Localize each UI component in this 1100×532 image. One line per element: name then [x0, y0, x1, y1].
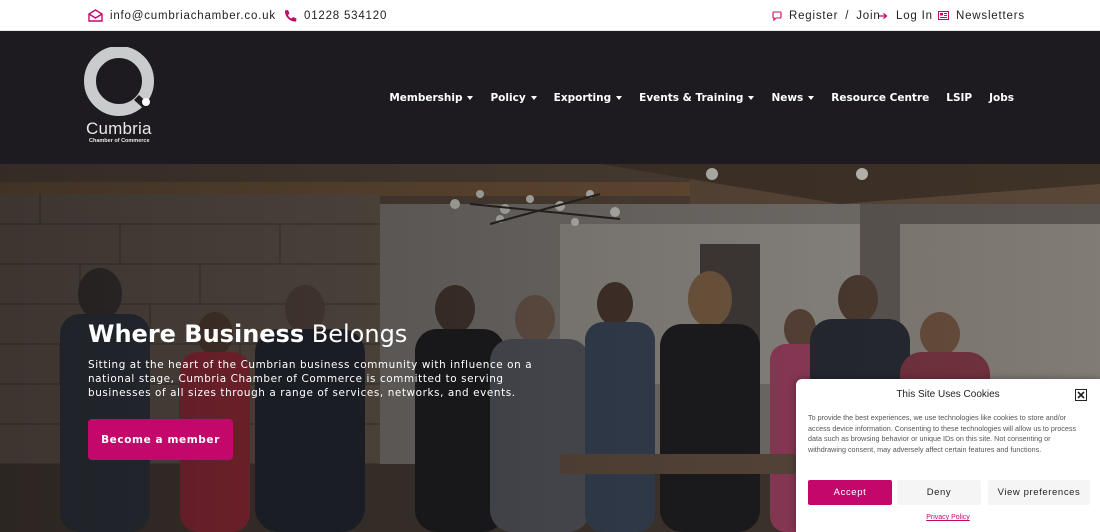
nav-label: Events & Training [639, 91, 744, 104]
chevron-down-icon [616, 96, 623, 100]
email-link[interactable]: info@cumbriachamber.co.uk [88, 0, 276, 31]
chevron-down-icon [530, 96, 537, 100]
chevron-down-icon [467, 96, 474, 100]
separator: / [845, 9, 850, 22]
nav-label: Jobs [989, 91, 1014, 104]
view-preferences-button[interactable]: View preferences [988, 480, 1090, 505]
nav-lsip[interactable]: LSIP [946, 92, 972, 104]
close-icon[interactable] [1075, 389, 1087, 401]
hero-title-bold: Where Business [88, 320, 305, 348]
nav-label: News [771, 91, 804, 104]
login-text: Log In [896, 9, 933, 22]
nav-exporting[interactable]: Exporting [553, 91, 623, 104]
privacy-policy-link[interactable]: Privacy Policy [796, 514, 1100, 521]
register-join-link[interactable]: Register / Join [772, 0, 881, 31]
nav-events-training[interactable]: Events & Training [639, 91, 755, 104]
envelope-icon [88, 9, 103, 22]
hero-title: Where Business Belongs [88, 320, 407, 348]
newsletters-link[interactable]: Newsletters [938, 0, 1025, 31]
become-member-button[interactable]: Become a member [88, 419, 233, 460]
nav-jobs[interactable]: Jobs [989, 92, 1014, 104]
chevron-down-icon [748, 96, 755, 100]
register-text[interactable]: Register [789, 10, 838, 22]
hero-description: Sitting at the heart of the Cumbrian bus… [88, 359, 533, 399]
nav-resource-centre[interactable]: Resource Centre [831, 92, 929, 104]
nav-membership[interactable]: Membership [389, 91, 474, 104]
nav-label: Policy [490, 91, 526, 104]
chevron-down-icon [808, 96, 815, 100]
nav-label: Membership [389, 91, 463, 104]
nav-policy[interactable]: Policy [490, 91, 537, 104]
logo-wordmark: Cumbria [86, 119, 152, 138]
cookie-consent-dialog: This Site Uses Cookies To provide the be… [796, 379, 1100, 532]
join-text[interactable]: Join [856, 10, 880, 22]
site-header: Cumbria Chamber of Commerce Membership P… [0, 31, 1100, 164]
arrow-right-icon [879, 12, 889, 20]
cookie-text: To provide the best experiences, we use … [808, 413, 1077, 454]
phone-link[interactable]: 01228 534120 [283, 0, 387, 31]
phone-icon [283, 9, 297, 23]
accept-button[interactable]: Accept [808, 480, 892, 505]
hero-title-light: Belongs [311, 320, 408, 348]
nav-label: Resource Centre [831, 91, 930, 104]
logo-ring-icon [84, 46, 154, 116]
nav-label: LSIP [946, 91, 973, 104]
main-nav: Membership Policy Exporting Events & Tra… [389, 31, 1014, 164]
deny-button[interactable]: Deny [897, 480, 981, 505]
top-bar: info@cumbriachamber.co.uk 01228 534120 R… [0, 0, 1100, 31]
nav-news[interactable]: News [771, 91, 815, 104]
logo-subtitle: Chamber of Commerce [89, 138, 150, 144]
nav-label: Exporting [553, 91, 612, 104]
login-link[interactable]: Log In [879, 0, 933, 31]
chat-icon [772, 10, 782, 21]
email-text: info@cumbriachamber.co.uk [110, 9, 276, 22]
phone-text: 01228 534120 [304, 9, 388, 22]
newsletter-icon [938, 11, 949, 20]
newsletters-text: Newsletters [956, 9, 1025, 22]
cookie-title: This Site Uses Cookies [896, 389, 1000, 400]
